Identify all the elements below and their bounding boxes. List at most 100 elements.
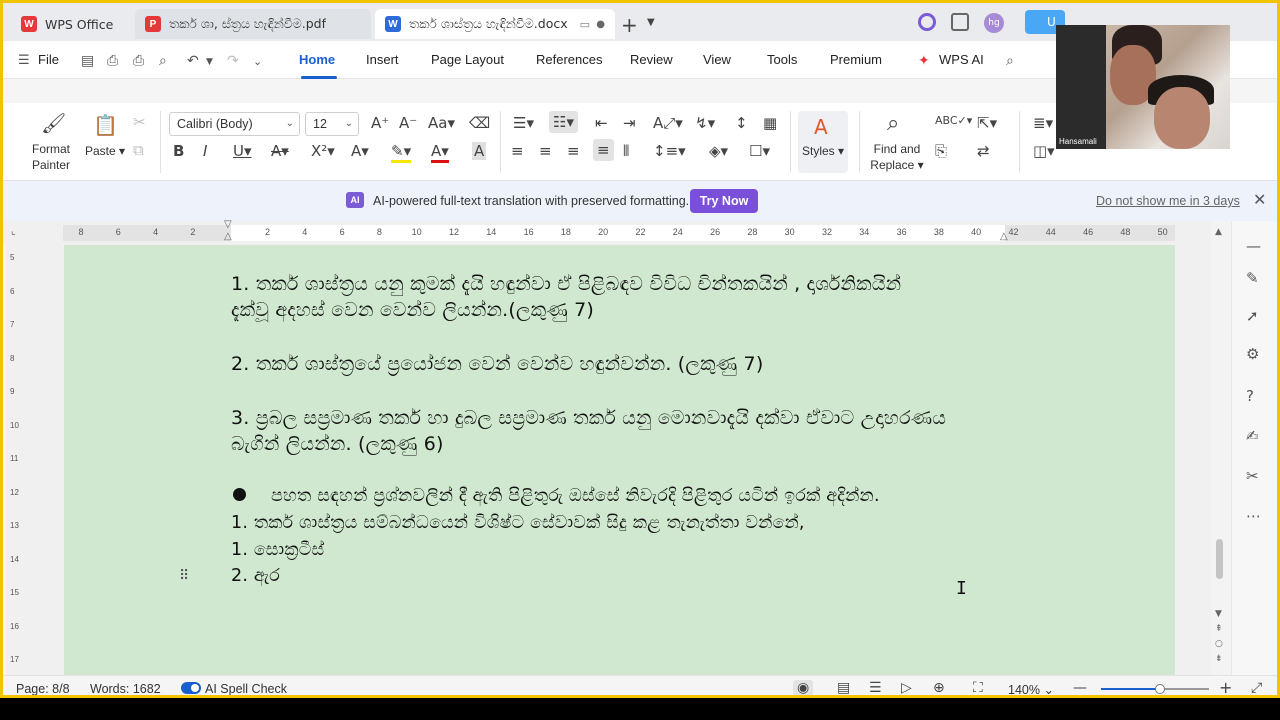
mcq-option-2[interactable]: 2. ඇර: [231, 566, 280, 586]
line-spacing-icon[interactable]: ↕≡▾: [653, 142, 686, 160]
spell-check-icon[interactable]: ABC✓▾: [935, 114, 972, 127]
font-name-select[interactable]: Calibri (Body) ⌄: [169, 112, 300, 136]
format-painter-icon[interactable]: 🖌: [41, 111, 66, 135]
font-size-select[interactable]: 12 ⌄: [305, 112, 359, 136]
menu-wps-ai[interactable]: WPS AI: [939, 52, 984, 67]
web-view-icon[interactable]: ⊕: [933, 680, 945, 695]
adjust-icon[interactable]: ⚙: [1246, 345, 1259, 363]
page-view-icon[interactable]: ▤: [837, 680, 850, 695]
paste-button[interactable]: Paste ▾: [85, 144, 125, 158]
italic-icon[interactable]: I: [203, 142, 207, 160]
edit-icon[interactable]: ✎: [1246, 269, 1259, 287]
zoom-in-icon[interactable]: +: [1219, 678, 1232, 695]
collapse-icon[interactable]: —: [1246, 237, 1261, 255]
menu-premium[interactable]: Premium: [830, 52, 882, 67]
text-effect-icon[interactable]: A▾: [351, 142, 369, 160]
mcq-option-1[interactable]: 1. සොක්‍රටීස්: [231, 540, 324, 560]
export-icon[interactable]: ⎙: [107, 53, 118, 69]
undo-dropdown-icon[interactable]: ▼: [206, 57, 213, 67]
print-icon[interactable]: ⎙: [133, 53, 144, 69]
eye-protection-icon[interactable]: ◉: [793, 680, 814, 695]
question-1-line-2[interactable]: දැක්වූ අදහස් වෙන වෙන්ව ලියන්න.(ලකුණු 7): [231, 299, 594, 321]
align-center-icon[interactable]: ≡: [539, 142, 552, 160]
format-painter-button[interactable]: Format Painter: [25, 141, 77, 173]
question-2[interactable]: 2. තර්ක ශාස්ත්‍රයේ ප්‍රයෝජන වෙන් වෙන්ව හ…: [231, 353, 763, 375]
text-direction-icon[interactable]: A⤢▾: [653, 114, 683, 132]
left-indent-marker-icon[interactable]: △: [224, 231, 232, 242]
undo-icon[interactable]: ↶: [187, 53, 199, 69]
zoom-slider[interactable]: [1101, 684, 1209, 694]
word-count[interactable]: Words: 1682: [90, 682, 161, 695]
zoom-slider-knob[interactable]: [1155, 684, 1166, 694]
paste-icon[interactable]: 📋: [93, 113, 118, 137]
menu-page-layout[interactable]: Page Layout: [431, 52, 504, 67]
ai-translate-icon[interactable]: ⎘: [935, 142, 947, 160]
menu-home[interactable]: Home: [299, 52, 335, 67]
font-color-icon[interactable]: A▾: [431, 142, 449, 163]
question-1-line-1[interactable]: 1. තර්ක ශාස්ත්‍රය යනු කුමක් දැයි හඳුන්වා…: [231, 273, 901, 295]
scroll-up-icon[interactable]: ▲: [1215, 227, 1222, 237]
find-replace-icon[interactable]: ⌕: [887, 111, 899, 136]
prev-page-icon[interactable]: ⇞: [1215, 624, 1223, 634]
select-browse-icon[interactable]: ○: [1215, 639, 1223, 649]
underline-icon[interactable]: U▾: [233, 142, 252, 160]
next-page-icon[interactable]: ⇟: [1215, 654, 1223, 664]
save-icon[interactable]: ▤: [81, 53, 94, 69]
decrease-indent-icon[interactable]: ⇤: [595, 114, 608, 132]
superscript-icon[interactable]: X²▾: [311, 142, 335, 160]
change-case-icon[interactable]: Aa▾: [428, 114, 455, 132]
scroll-down-icon[interactable]: ▼: [1215, 609, 1222, 619]
select-icon[interactable]: ⇱▾: [977, 114, 997, 132]
distribute-icon[interactable]: ⫴: [623, 142, 629, 160]
tools-icon[interactable]: ✂: [1246, 467, 1259, 485]
redo-icon[interactable]: ↷: [227, 53, 239, 69]
copy-icon[interactable]: ⧉: [133, 141, 144, 159]
help-icon[interactable]: ?: [1246, 387, 1254, 405]
page-indicator[interactable]: Page: 8/8: [16, 682, 70, 695]
spell-check-toggle[interactable]: [181, 682, 201, 694]
fit-page-icon[interactable]: ⛶: [973, 680, 983, 695]
tab-stop-icon[interactable]: ⌞: [11, 226, 16, 237]
hamburger-icon[interactable]: ☰: [18, 53, 30, 68]
avatar[interactable]: hg: [984, 13, 1004, 33]
increase-indent-icon[interactable]: ⇥: [623, 114, 636, 132]
shrink-font-icon[interactable]: A⁻: [399, 114, 417, 132]
more-icon[interactable]: ⌄: [253, 55, 262, 68]
strikethrough-icon[interactable]: A▾: [271, 142, 289, 160]
menu-insert[interactable]: Insert: [366, 52, 399, 67]
first-line-indent-marker-icon[interactable]: ▽: [224, 219, 232, 230]
scroll-thumb[interactable]: [1216, 539, 1223, 579]
pointer-icon[interactable]: ➚: [1246, 307, 1259, 325]
tab-docx[interactable]: W තර්ක ශාස්ත්‍රය හැඳින්වීම.docx ▭ ●: [375, 9, 615, 39]
unsaved-dot-icon[interactable]: ●: [596, 19, 605, 30]
drag-handle-icon[interactable]: ⠿: [179, 568, 189, 584]
menu-view[interactable]: View: [703, 52, 731, 67]
cut-icon[interactable]: ✂: [133, 113, 146, 131]
chevron-down-icon[interactable]: ▼: [647, 17, 655, 28]
tab-wps-office[interactable]: W WPS Office: [11, 9, 129, 39]
question-3-line-1[interactable]: 3. ප්‍රබල සප්‍රමාණ තර්ක හා දුබල සප්‍රමාණ…: [231, 407, 946, 429]
styles-button[interactable]: A Styles ▾: [798, 111, 848, 173]
borders-icon[interactable]: ☐▾: [749, 142, 770, 160]
window-mode-icon[interactable]: ▭: [580, 18, 590, 31]
menu-review[interactable]: Review: [630, 52, 673, 67]
bold-icon[interactable]: B: [173, 142, 184, 160]
new-tab-icon[interactable]: +: [621, 13, 638, 37]
fullscreen-icon[interactable]: ⤢: [1251, 680, 1262, 695]
numbering-icon[interactable]: ☷▾: [549, 111, 578, 133]
window-icon[interactable]: [951, 13, 969, 31]
sort-icon[interactable]: ↕: [735, 114, 748, 132]
vertical-scrollbar[interactable]: ▲ ▼ ⇞ ○ ⇟: [1211, 221, 1231, 675]
grow-font-icon[interactable]: A⁺: [371, 114, 389, 132]
bullets-icon[interactable]: ☰▾: [513, 114, 534, 132]
mcq-question[interactable]: 1. තර්ක ශාස්ත්‍රය සම්බන්ධයෙන් විශිෂ්ට සේ…: [231, 513, 805, 533]
find-replace-button[interactable]: Find and Replace ▾: [869, 141, 925, 173]
outline-view-icon[interactable]: ☰: [869, 680, 882, 695]
justify-icon[interactable]: ≡: [593, 139, 614, 161]
document-area[interactable]: 1. තර්ක ශාස්ත්‍රය යනු කුමක් දැයි හඳුන්වා…: [24, 245, 1211, 675]
print-preview-icon[interactable]: ⌕: [159, 53, 167, 69]
zoom-out-icon[interactable]: —: [1073, 680, 1087, 695]
highlight-icon[interactable]: ✎▾: [391, 142, 412, 163]
convert-icon[interactable]: ⇄: [977, 142, 990, 160]
menu-file[interactable]: File: [38, 52, 59, 67]
